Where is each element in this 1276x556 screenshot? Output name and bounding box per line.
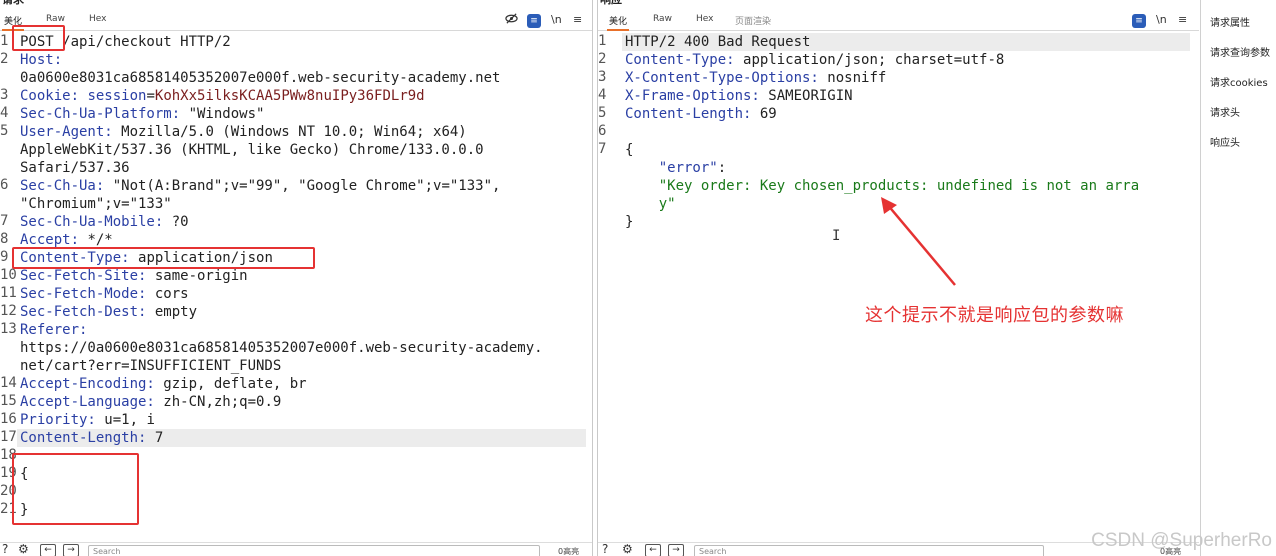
watermark: CSDN @SuperherRo — [1091, 530, 1272, 551]
annotation-arrow — [881, 197, 956, 286]
text-cursor-icon: I — [832, 228, 841, 244]
annotation-text: 这个提示不就是响应包的参数嘛 — [865, 305, 1124, 326]
